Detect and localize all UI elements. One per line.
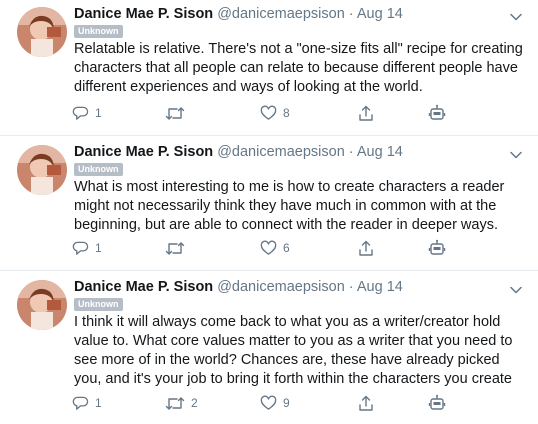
tweet[interactable]: Danice Mae P. Sison @danicemaepsison · A… [0, 0, 538, 135]
reply-icon [72, 396, 89, 410]
avatar[interactable] [17, 145, 67, 195]
avatar[interactable] [17, 7, 67, 57]
like-count: 8 [283, 106, 290, 120]
share-button[interactable] [358, 393, 374, 413]
bot-button[interactable] [428, 103, 446, 123]
robot-icon [428, 394, 446, 410]
heart-icon [260, 240, 277, 255]
share-icon [359, 105, 373, 121]
reply-icon [72, 241, 89, 255]
author-name[interactable]: Danice Mae P. Sison [74, 6, 213, 22]
reply-count: 1 [95, 106, 102, 120]
like-count: 6 [283, 241, 290, 255]
tweet-text: Relatable is relative. There's not a "on… [74, 41, 523, 95]
author-handle[interactable]: @danicemaepsison [217, 144, 345, 160]
separator-dot: · [348, 6, 354, 22]
chevron-down-icon[interactable] [510, 13, 522, 21]
reply-button[interactable]: 1 [72, 238, 102, 258]
retweet-icon [165, 106, 185, 120]
author-name[interactable]: Danice Mae P. Sison [74, 279, 213, 295]
tweet-date[interactable]: Aug 14 [357, 279, 403, 295]
like-button[interactable]: 6 [260, 238, 290, 258]
tweet-actions: 1 8 [72, 103, 512, 123]
tweet-feed: Danice Mae P. Sison @danicemaepsison · A… [0, 0, 538, 423]
tweet-header: Danice Mae P. Sison @danicemaepsison · A… [74, 144, 403, 160]
tweet-actions: 1 6 [72, 238, 512, 258]
reply-count: 1 [95, 241, 102, 255]
unknown-badge: Unknown [74, 298, 123, 311]
reply-icon [72, 106, 89, 120]
reply-count: 1 [95, 396, 102, 410]
bot-button[interactable] [428, 393, 446, 413]
avatar[interactable] [17, 280, 67, 330]
bot-button[interactable] [428, 238, 446, 258]
robot-icon [428, 104, 446, 120]
share-button[interactable] [358, 238, 374, 258]
reply-button[interactable]: 1 [72, 393, 102, 413]
tweet-actions: 1 2 9 [72, 393, 512, 413]
reply-button[interactable]: 1 [72, 103, 102, 123]
author-handle[interactable]: @danicemaepsison [217, 6, 345, 22]
separator-dot: · [348, 279, 354, 295]
retweet-button[interactable]: 2 [165, 393, 198, 413]
tweet-date[interactable]: Aug 14 [357, 144, 403, 160]
tweet-header: Danice Mae P. Sison @danicemaepsison · A… [74, 279, 403, 295]
tweet[interactable]: Danice Mae P. Sison @danicemaepsison · A… [0, 135, 538, 271]
chevron-down-icon[interactable] [510, 151, 522, 159]
tweet-text: I think it will always come back to what… [74, 314, 513, 387]
retweet-button[interactable] [165, 238, 191, 258]
tweet-header: Danice Mae P. Sison @danicemaepsison · A… [74, 6, 403, 22]
author-name[interactable]: Danice Mae P. Sison [74, 144, 213, 160]
heart-icon [260, 395, 277, 410]
robot-icon [428, 239, 446, 255]
retweet-count: 2 [191, 396, 198, 410]
tweet[interactable]: Danice Mae P. Sison @danicemaepsison · A… [0, 270, 538, 424]
separator-dot: · [348, 144, 354, 160]
unknown-badge: Unknown [74, 25, 123, 38]
like-button[interactable]: 8 [260, 103, 290, 123]
share-button[interactable] [358, 103, 374, 123]
unknown-badge: Unknown [74, 163, 123, 176]
like-button[interactable]: 9 [260, 393, 290, 413]
retweet-icon [165, 241, 185, 255]
chevron-down-icon[interactable] [510, 286, 522, 294]
tweet-text: What is most interesting to me is how to… [74, 179, 505, 233]
retweet-icon [165, 396, 185, 410]
author-handle[interactable]: @danicemaepsison [217, 279, 345, 295]
share-icon [359, 240, 373, 256]
heart-icon [260, 105, 277, 120]
tweet-date[interactable]: Aug 14 [357, 6, 403, 22]
like-count: 9 [283, 396, 290, 410]
share-icon [359, 395, 373, 411]
retweet-button[interactable] [165, 103, 191, 123]
